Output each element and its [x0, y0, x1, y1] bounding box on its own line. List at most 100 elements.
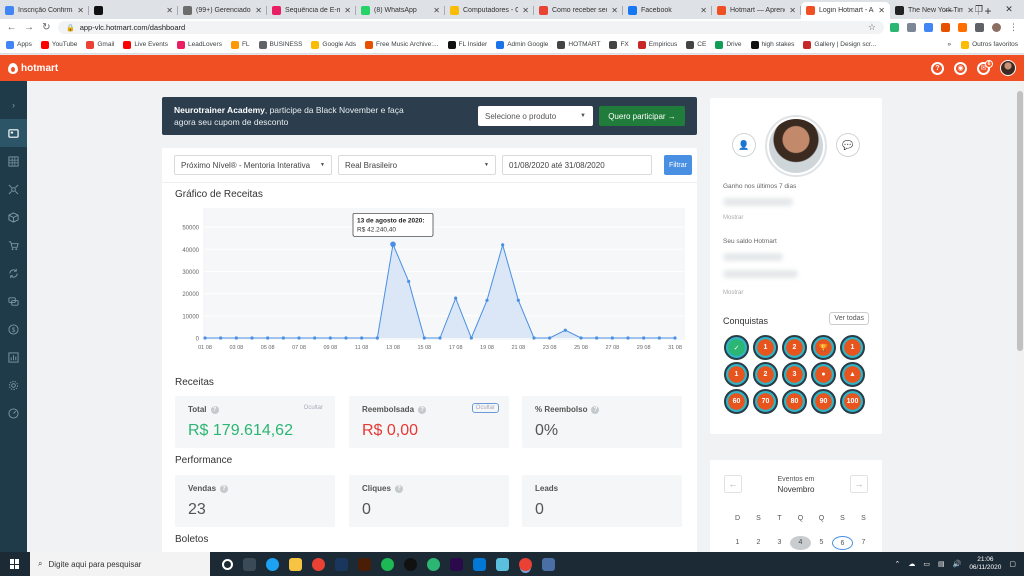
browser-tab[interactable]: Computadores - Go✕ — [445, 2, 534, 19]
promo-product-select[interactable]: Selecione o produto ▼ — [478, 106, 593, 126]
revenue-chart[interactable]: 0 10000 20000 30000 40000 50000 01 08 03 08 05 0… — [175, 208, 685, 361]
achievement-badge[interactable]: 70 — [753, 389, 778, 414]
sidebar-item-products[interactable] — [0, 147, 27, 175]
maximize-icon[interactable]: ❐ — [964, 0, 994, 19]
spotify-icon[interactable] — [381, 557, 394, 571]
achievement-badge[interactable]: 1 — [724, 362, 749, 387]
volume-icon[interactable]: 🔊 — [953, 560, 962, 568]
next-month-button[interactable]: → — [850, 475, 868, 493]
product-select[interactable]: Próximo Nível® - Mentoria Interativa ▼ — [174, 155, 332, 175]
sidebar-item-reports[interactable] — [0, 343, 27, 371]
hide-refunded-button[interactable]: Ocultar — [471, 403, 499, 413]
scrollbar-thumb[interactable] — [1017, 91, 1023, 351]
sidebar-item-tools[interactable] — [0, 399, 27, 427]
user-avatar[interactable] — [1000, 60, 1016, 76]
close-tab-icon[interactable]: ✕ — [166, 6, 173, 15]
calendar-day[interactable]: 2 — [748, 536, 769, 550]
help-icon[interactable]: ? — [591, 405, 600, 414]
onedrive-icon[interactable]: ☁ — [908, 560, 915, 568]
other-bookmarks-button[interactable]: Outros favoritos — [961, 40, 1018, 49]
reload-icon[interactable]: ↻ — [41, 22, 52, 33]
calculator-icon[interactable] — [542, 557, 555, 571]
close-tab-icon[interactable]: ✕ — [344, 6, 351, 15]
forward-icon[interactable]: → — [23, 22, 34, 33]
bookmark-item[interactable]: FL — [230, 40, 250, 49]
achievement-badge[interactable]: 3 — [782, 362, 807, 387]
help-icon[interactable]: ? — [394, 484, 403, 493]
show-earned-button[interactable]: Mostrar — [723, 215, 743, 221]
photoshop-icon[interactable] — [335, 557, 348, 571]
calendar-day[interactable]: 7 — [853, 536, 874, 550]
calendar-day[interactable]: 4 — [790, 536, 811, 550]
achievement-badge[interactable]: 1 — [840, 335, 865, 360]
premiere-icon[interactable] — [450, 557, 463, 571]
bookmark-item[interactable]: Apps — [6, 40, 32, 49]
back-icon[interactable]: ← — [6, 22, 17, 33]
task-view-icon[interactable] — [243, 557, 256, 571]
bookmark-item[interactable]: LeadLovers — [176, 40, 222, 49]
file-explorer-icon[interactable] — [289, 557, 302, 571]
achievement-badge[interactable]: 1 — [753, 335, 778, 360]
user-settings-icon[interactable]: 👤 — [732, 133, 756, 157]
close-tab-icon[interactable]: ✕ — [522, 6, 529, 15]
browser-tab[interactable]: (99+) Gerenciador ✕ — [178, 2, 267, 19]
cortana-icon[interactable] — [222, 558, 233, 570]
browser-tab[interactable]: ✕ — [89, 2, 178, 19]
bookmark-item[interactable]: Gallery | Design scr... — [803, 40, 876, 49]
bookmark-item[interactable]: Gmail — [86, 40, 114, 49]
start-button[interactable] — [0, 552, 30, 576]
bookmark-item[interactable]: Drive — [715, 40, 742, 49]
edge-icon[interactable] — [266, 557, 279, 571]
bookmark-item[interactable]: Empiricus — [637, 40, 677, 49]
bookmark-item[interactable]: CE — [686, 40, 706, 49]
achievement-badge[interactable]: 2 — [753, 362, 778, 387]
bookmark-item[interactable]: BUSINESS — [258, 40, 302, 49]
help-icon[interactable]: ? — [418, 405, 427, 414]
sidebar-item-settings[interactable] — [0, 371, 27, 399]
browser-tab[interactable]: Inscrição Confirmad ✕ — [0, 2, 89, 19]
sidebar-item-dashboard[interactable] — [0, 119, 27, 147]
obs-icon[interactable] — [404, 557, 417, 571]
close-tab-icon[interactable]: ✕ — [77, 6, 84, 15]
bookmark-item[interactable]: Live Events — [123, 40, 168, 49]
extension-icon[interactable] — [923, 23, 933, 32]
calendar-day[interactable]: 3 — [769, 536, 790, 550]
sidebar-item-recurrence[interactable] — [0, 259, 27, 287]
support-icon[interactable]: ◉ — [954, 61, 967, 75]
achievement-badge[interactable]: ▲ — [840, 362, 865, 387]
profile-avatar[interactable] — [991, 23, 1001, 32]
show-balance-button[interactable]: Mostrar — [723, 290, 743, 296]
sidebar-item-finance[interactable]: $ — [0, 315, 27, 343]
close-tab-icon[interactable]: ✕ — [611, 6, 618, 15]
extension-icon[interactable] — [957, 23, 967, 32]
currency-select[interactable]: Real Brasileiro ▼ — [338, 155, 496, 175]
help-icon[interactable]: ? — [210, 405, 219, 414]
extension-icon[interactable] — [906, 23, 916, 32]
whatsapp-icon[interactable] — [427, 557, 440, 571]
achievement-badge[interactable]: 100 — [840, 389, 865, 414]
hide-total-button[interactable]: Ocultar — [304, 405, 323, 411]
action-center-icon[interactable]: ▢ — [1009, 560, 1016, 568]
close-tab-icon[interactable]: ✕ — [433, 6, 440, 15]
browser-tab[interactable]: Login Hotmart - Ap ✕ — [801, 2, 890, 19]
achievement-badge[interactable]: ● — [811, 362, 836, 387]
chat-icon[interactable]: 💬 — [836, 133, 860, 157]
minimize-icon[interactable]: — — [934, 0, 964, 19]
help-icon[interactable]: ? — [220, 484, 229, 493]
participate-button[interactable]: Quero participar → — [599, 106, 685, 126]
achievement-badge[interactable]: 2 — [782, 335, 807, 360]
sidebar-item-sales[interactable] — [0, 231, 27, 259]
sidebar-item-messages[interactable] — [0, 287, 27, 315]
calendar-day[interactable]: 6 — [832, 536, 853, 550]
tray-up-icon[interactable]: ⌃ — [894, 560, 900, 568]
chrome-icon[interactable] — [312, 557, 325, 571]
bookmark-item[interactable]: high stakes — [750, 40, 794, 49]
hotmart-logo[interactable]: hotmart — [8, 62, 58, 74]
achievement-badge[interactable]: ✓ — [724, 335, 749, 360]
network-icon[interactable]: ▤ — [938, 560, 945, 568]
notifications-icon[interactable]: ✉ 6 — [977, 59, 993, 75]
more-bookmarks-button[interactable]: » — [947, 41, 951, 48]
help-icon[interactable]: ? — [931, 61, 944, 75]
mail-icon[interactable] — [473, 557, 486, 571]
extension-icon[interactable] — [940, 23, 950, 32]
